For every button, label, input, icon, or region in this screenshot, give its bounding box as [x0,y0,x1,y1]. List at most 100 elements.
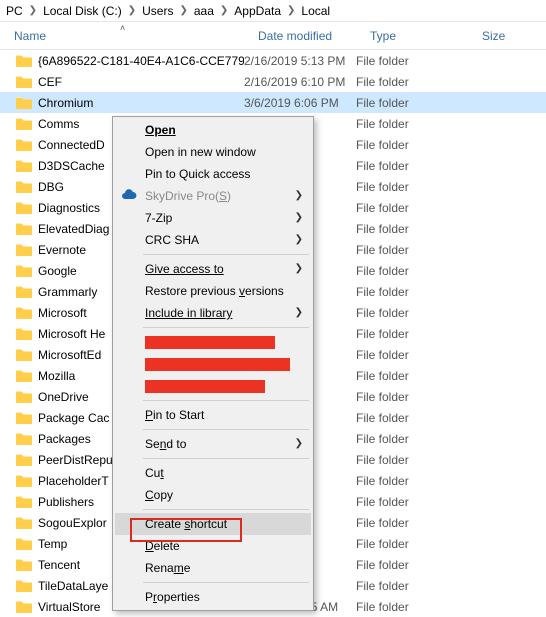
column-header-date[interactable]: Date modified [244,22,356,49]
chevron-right-icon[interactable]: ❯ [25,5,41,16]
date-modified: 3/6/2019 6:06 PM [244,96,356,110]
breadcrumb-segment[interactable]: PC [6,4,23,18]
folder-icon [16,243,32,256]
folder-name: Publishers [38,495,94,509]
separator [143,582,309,583]
folder-icon [16,180,32,193]
redaction [145,336,275,349]
breadcrumb-segment[interactable]: Users [142,4,173,18]
folder-icon [16,306,32,319]
ctx-7zip[interactable]: 7-Zip❯ [115,207,311,229]
separator [143,327,309,328]
file-type: File folder [356,75,468,89]
file-type: File folder [356,306,468,320]
separator [143,458,309,459]
ctx-include-library[interactable]: Include in library❯ [115,302,311,324]
folder-icon [16,390,32,403]
ctx-cut[interactable]: Cut [115,462,311,484]
folder-name: D3DSCache [38,159,105,173]
date-modified: 2/16/2019 6:10 PM [244,75,356,89]
breadcrumb-segment[interactable]: Local [301,4,330,18]
file-type: File folder [356,243,468,257]
folder-icon [16,264,32,277]
ctx-redacted[interactable] [115,331,311,353]
folder-name: Microsoft He [38,327,105,341]
file-type: File folder [356,180,468,194]
folder-row[interactable]: Chromium3/6/2019 6:06 PMFile folder [0,92,546,113]
folder-row[interactable]: CEF2/16/2019 6:10 PMFile folder [0,71,546,92]
file-type: File folder [356,264,468,278]
folder-icon [16,432,32,445]
folder-icon [16,516,32,529]
date-modified: 2/16/2019 5:13 PM [244,54,356,68]
file-type: File folder [356,474,468,488]
column-header-size[interactable]: Size [468,22,538,49]
submenu-arrow-icon: ❯ [295,307,303,318]
file-type: File folder [356,579,468,593]
file-type: File folder [356,201,468,215]
column-header-name[interactable]: Name ˄ [0,22,244,49]
folder-name: PeerDistRepu [38,453,113,467]
folder-name: Packages [38,432,91,446]
ctx-give-access[interactable]: Give access to❯ [115,258,311,280]
highlight-box [130,518,242,542]
ctx-properties[interactable]: Properties [115,586,311,608]
ctx-pin-start[interactable]: Pin to Start [115,404,311,426]
file-type: File folder [356,558,468,572]
file-type: File folder [356,348,468,362]
file-type: File folder [356,54,468,68]
separator [143,429,309,430]
file-type: File folder [356,285,468,299]
folder-icon [16,453,32,466]
folder-name: MicrosoftEd [38,348,101,362]
chevron-right-icon[interactable]: ❯ [124,5,140,16]
column-header-type[interactable]: Type [356,22,468,49]
file-type: File folder [356,453,468,467]
folder-name: Chromium [38,96,93,110]
folder-icon [16,348,32,361]
submenu-arrow-icon: ❯ [295,190,303,201]
folder-icon [16,411,32,424]
file-type: File folder [356,138,468,152]
ctx-open-new-window[interactable]: Open in new window [115,141,311,163]
file-type: File folder [356,222,468,236]
chevron-right-icon[interactable]: ❯ [283,5,299,16]
ctx-rename[interactable]: Rename [115,557,311,579]
ctx-redacted[interactable] [115,353,311,375]
sort-ascending-icon: ˄ [120,23,125,33]
folder-icon [16,474,32,487]
file-type: File folder [356,516,468,530]
chevron-right-icon[interactable]: ❯ [216,5,232,16]
folder-name: Tencent [38,558,80,572]
folder-name: TileDataLaye [38,579,108,593]
separator [143,254,309,255]
ctx-crc-sha[interactable]: CRC SHA❯ [115,229,311,251]
folder-name: Microsoft [38,306,87,320]
file-type: File folder [356,390,468,404]
chevron-right-icon[interactable]: ❯ [175,5,191,16]
ctx-redacted[interactable] [115,375,311,397]
folder-icon [16,285,32,298]
ctx-pin-quick-access[interactable]: Pin to Quick access [115,163,311,185]
folder-row[interactable]: {6A896522-C181-40E4-A1C6-CCE7795E10...2/… [0,50,546,71]
folder-name: SogouExplor [38,516,107,530]
breadcrumb-segment[interactable]: Local Disk (C:) [43,4,122,18]
ctx-restore-versions[interactable]: Restore previous versions [115,280,311,302]
file-type: File folder [356,327,468,341]
folder-name: Grammarly [38,285,97,299]
ctx-copy[interactable]: Copy [115,484,311,506]
submenu-arrow-icon: ❯ [295,438,303,449]
folder-name: Google [38,264,77,278]
breadcrumb-segment[interactable]: aaa [194,4,214,18]
breadcrumb[interactable]: PC ❯ Local Disk (C:) ❯ Users ❯ aaa ❯ App… [0,0,546,22]
ctx-skydrive[interactable]: SkyDrive Pro(S) ❯ [115,185,311,207]
folder-name: Package Cac [38,411,109,425]
breadcrumb-segment[interactable]: AppData [234,4,281,18]
submenu-arrow-icon: ❯ [295,212,303,223]
ctx-send-to[interactable]: Send to❯ [115,433,311,455]
folder-name: ElevatedDiag [38,222,109,236]
folder-name: Diagnostics [38,201,100,215]
file-type: File folder [356,369,468,383]
submenu-arrow-icon: ❯ [295,263,303,274]
ctx-open[interactable]: Open [115,119,311,141]
